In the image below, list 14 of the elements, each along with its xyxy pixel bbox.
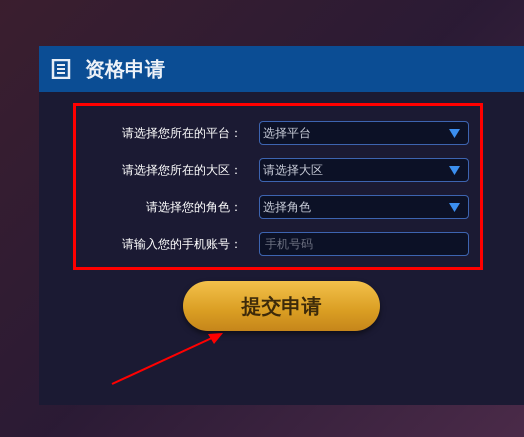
phone-input-field[interactable]: 手机号码: [259, 232, 469, 256]
panel-title: 资格申请: [85, 56, 165, 83]
dropdown-arrow-icon: [449, 202, 460, 212]
field-label: 请输入您的手机账号：: [121, 236, 242, 253]
field-label: 请选择您所在的平台：: [121, 125, 242, 142]
submit-button[interactable]: 提交申请: [183, 281, 380, 331]
dropdown-arrow-icon: [449, 166, 460, 174]
field-label: 请选择您所在的大区：: [121, 162, 242, 179]
dropdown[interactable]: 选择角色: [259, 195, 469, 219]
dropdown-arrow-icon: [449, 128, 460, 138]
dropdown[interactable]: 选择平台: [259, 121, 469, 145]
document-icon: [51, 59, 71, 79]
dropdown[interactable]: 请选择大区: [259, 158, 469, 182]
field-label: 请选择您的角色：: [145, 199, 242, 216]
